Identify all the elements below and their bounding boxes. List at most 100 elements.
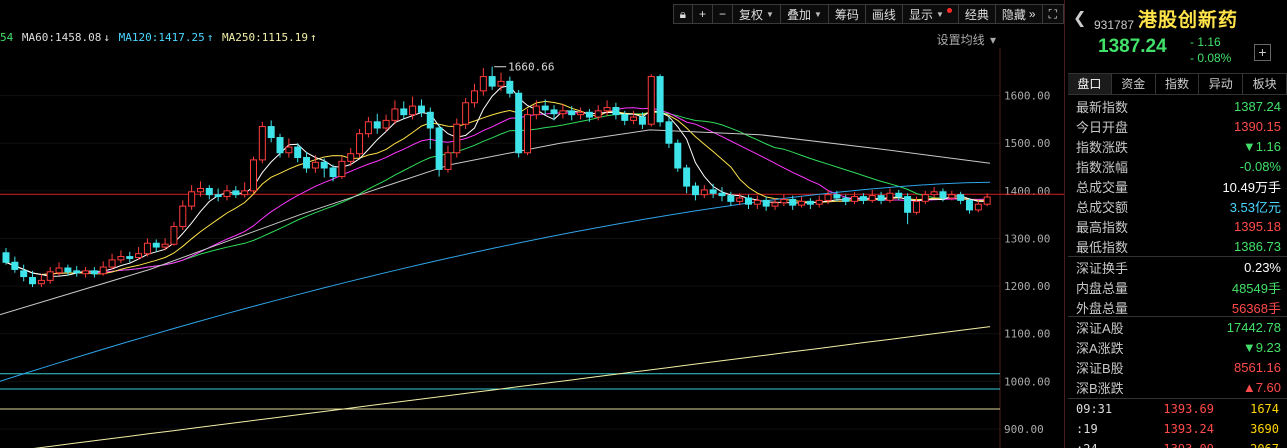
stat-row: 指数涨跌 ▼1.16	[1068, 136, 1287, 156]
candle-body	[718, 192, 726, 197]
candle-body	[842, 197, 850, 202]
candle-body	[497, 80, 505, 87]
stat-row: 最新指数 1387.24	[1068, 96, 1287, 116]
candle-body	[647, 76, 655, 125]
choumа-button[interactable]: 筹码	[828, 4, 866, 24]
choumа-button-label: 筹码	[834, 7, 859, 22]
index-stats: 最新指数 1387.24 今日开盘 1390.15 指数涨跌 ▼1.16 指数涨幅 -0.08…	[1068, 96, 1287, 256]
tick-price: 1393.24	[1163, 422, 1214, 436]
stat-label: 指数涨幅	[1076, 159, 1129, 175]
candle-body	[762, 199, 770, 207]
ma-values: 54 MA60:1458.08 ↓ MA120:1417.25 ↑ MA250:11…	[0, 31, 319, 44]
tick-vol: 2067	[1214, 442, 1279, 448]
candle-body	[117, 256, 125, 261]
candle-body	[771, 202, 779, 207]
candle-body	[152, 242, 160, 248]
candle-body	[912, 200, 920, 213]
jingdian-button-label: 经典	[964, 7, 989, 22]
candle-body	[276, 137, 284, 154]
stat-value: 10.49万手	[1222, 179, 1281, 195]
tab-4[interactable]: 板块	[1243, 74, 1287, 94]
diejia-button-label: 叠加	[786, 7, 811, 22]
stat-row: 深证B股 8561.16	[1068, 357, 1287, 377]
market-stats: 深证A股 17442.78 深A涨跌 ▼9.23 深证B股 8561.16 深B涨跌 ▲7.6…	[1068, 316, 1287, 397]
stat-value: 3.53亿元	[1229, 199, 1281, 215]
candle-body	[382, 119, 390, 129]
chevron-down-icon: ▾	[989, 33, 996, 47]
candle-body	[258, 126, 266, 161]
candle-body	[904, 196, 912, 213]
plus-icon[interactable]: +	[693, 4, 714, 24]
stat-row: 总成交额 3.53亿元	[1068, 196, 1287, 216]
tick-row: :19 1393.24 3690	[1068, 419, 1287, 439]
candle-body	[877, 195, 885, 201]
volume-stats: 深证换手 0.23% 内盘总量 48549手 外盘总量 56368手	[1068, 256, 1287, 317]
tab-1[interactable]: 资金	[1112, 74, 1156, 94]
stat-value: 48549手	[1231, 280, 1281, 296]
stat-value: 1386.73	[1234, 238, 1281, 254]
candle-body	[294, 146, 302, 159]
kline-chart[interactable]: 900.00 1000.00 1100.00 1200.00 1300.00 1400.0…	[0, 48, 1064, 448]
candle-body	[824, 194, 832, 201]
tick-vol: 3690	[1250, 422, 1279, 436]
stock-code: 931787	[1094, 18, 1135, 32]
candle-body	[108, 259, 116, 268]
panel-tabs: 盘口 资金 指数 异动 板块	[1068, 73, 1287, 95]
candle-body	[267, 126, 275, 139]
y-tick-label: 1400.00	[1004, 185, 1050, 198]
candle-body	[338, 160, 346, 178]
candle-body	[939, 191, 947, 199]
candle-body	[736, 197, 744, 202]
stat-label: 最高指数	[1076, 219, 1129, 235]
ma-value-3: MA250:1115.19	[221, 31, 309, 44]
fullscreen-icon[interactable]: ⛶	[1042, 4, 1064, 24]
stat-row: 深证换手 0.23%	[1068, 257, 1287, 277]
candle-body	[957, 194, 965, 201]
candle-body	[638, 116, 646, 125]
chart-toolbar: 🔒︎ + − 复权 ▼ 叠加 ▼ 筹码 画线 显示 ▼ 经典 隐藏» ⛶	[672, 4, 1064, 24]
yincang-button[interactable]: 隐藏»	[995, 4, 1043, 24]
stat-label: 深A涨跌	[1076, 340, 1124, 356]
candle-body	[886, 192, 894, 201]
candle-body	[603, 107, 611, 112]
candle-body	[868, 195, 876, 201]
diejia-button[interactable]: 叠加 ▼	[780, 4, 829, 24]
stat-value: 17442.78	[1226, 319, 1281, 335]
xianshi-button[interactable]: 显示 ▼	[902, 4, 959, 24]
lock-icon[interactable]: 🔒︎	[672, 4, 693, 24]
huaxian-button[interactable]: 画线	[865, 4, 903, 24]
candle-body	[285, 146, 293, 154]
candle-body	[700, 189, 708, 196]
stat-label: 总成交额	[1076, 199, 1129, 215]
minus-icon-label: −	[719, 7, 727, 21]
y-tick-label: 1000.00	[1004, 375, 1050, 388]
candle-body	[170, 226, 178, 245]
stat-label: 深B涨跌	[1076, 380, 1124, 396]
tab-0[interactable]: 盘口	[1068, 74, 1112, 94]
ma-settings-label: 设置均线	[936, 33, 985, 47]
stat-value: ▼9.23	[1242, 339, 1281, 355]
tab-3[interactable]: 异动	[1199, 74, 1244, 94]
stat-value: 1387.24	[1234, 98, 1281, 114]
candle-body	[426, 111, 434, 129]
jingdian-button[interactable]: 经典	[958, 4, 996, 24]
candle-body	[29, 277, 37, 285]
panel-divider	[1064, 0, 1065, 448]
candle-body	[46, 271, 54, 281]
minus-icon[interactable]: −	[713, 4, 734, 24]
add-watchlist-button[interactable]: +	[1254, 44, 1271, 61]
tick-vol: 1674	[1250, 402, 1279, 416]
candle-body	[73, 270, 81, 274]
fuquan-button[interactable]: 复权 ▼	[733, 4, 781, 24]
candle-body	[753, 199, 761, 205]
tick-list: 09:31 1393.69 1674:19 1393.24 3690:241393.09…	[1068, 398, 1287, 448]
stat-row: 最高指数 1395.18	[1068, 216, 1287, 236]
ma-settings-button[interactable]: 设置均线 ▾	[937, 31, 998, 48]
y-tick-label: 1600.00	[1004, 90, 1050, 103]
tick-time: 09:31	[1076, 402, 1113, 416]
ma-value-0: 54	[0, 31, 14, 44]
candle-body	[833, 194, 841, 199]
tick-time: :19	[1076, 422, 1098, 436]
tab-2[interactable]: 指数	[1156, 74, 1200, 94]
y-tick-label: 1500.00	[1004, 137, 1050, 150]
